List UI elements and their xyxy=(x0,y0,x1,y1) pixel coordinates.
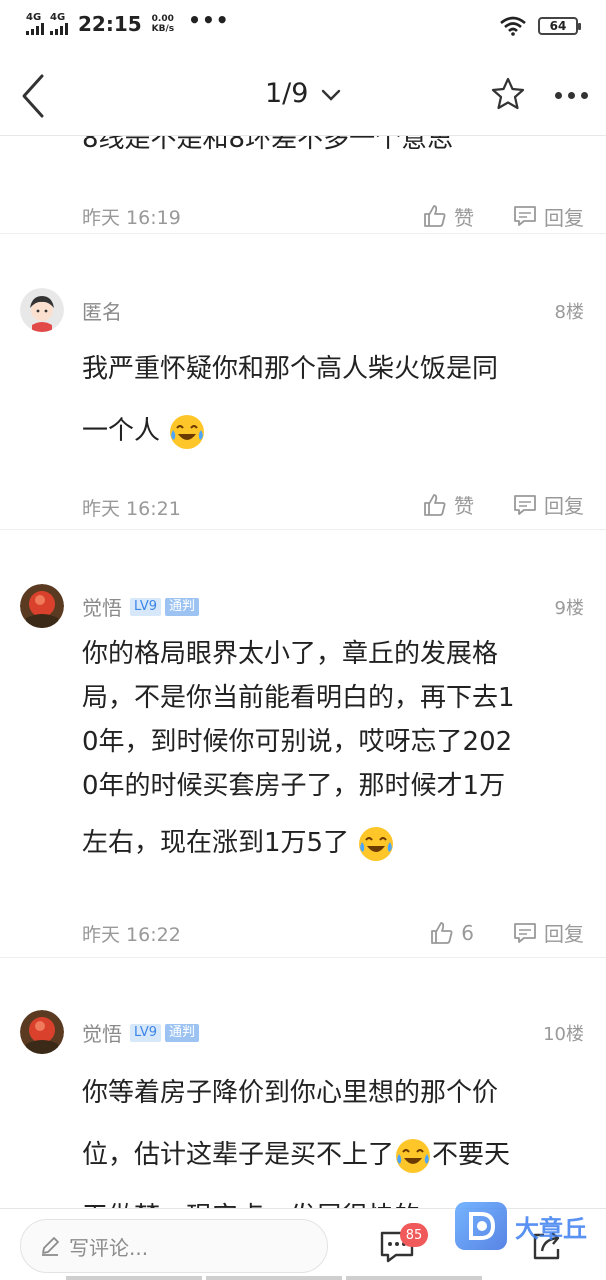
floor-number: 10楼 xyxy=(543,1024,584,1045)
chevron-down-icon xyxy=(321,89,341,101)
comment-text: 你等着房子降价到你心里想的那个价 位，估计这辈子是买不上了 不要天 天做梦，现实… xyxy=(82,1062,510,1208)
battery-icon: 64 xyxy=(538,17,581,35)
laugh-cry-emoji-icon xyxy=(170,414,205,449)
dot xyxy=(568,92,575,99)
thumbs-up-icon xyxy=(431,921,453,944)
speed-value: 0.00 xyxy=(151,14,174,24)
network-speed: 0.00 KB/s xyxy=(152,14,174,34)
floor-number: 9楼 xyxy=(554,598,584,619)
avatar[interactable] xyxy=(20,288,64,332)
comment-icon xyxy=(514,494,536,515)
comment-text-line: 0年，到时候你可别说，哎呀忘了202 xyxy=(82,727,513,757)
signal-1: 4G xyxy=(26,13,44,35)
dot xyxy=(555,92,562,99)
gesture-bar xyxy=(66,1276,482,1280)
status-bar: 4G 4G 22:15 0.00 KB/s ••• 64 xyxy=(0,0,606,56)
comment-text-line: 局，不是你当前能看明白的，再下去1 xyxy=(82,683,515,713)
comment-count-badge: 85 xyxy=(400,1223,428,1247)
comment-placeholder: 写评论... xyxy=(69,1235,149,1260)
comment-icon xyxy=(514,922,536,943)
notification-more: ••• xyxy=(188,8,230,32)
signal-2: 4G xyxy=(50,13,68,35)
comment-time: 昨天 16:21 xyxy=(82,498,181,520)
like-count: 6 xyxy=(461,920,474,945)
comment-input[interactable]: 写评论... xyxy=(20,1219,328,1273)
speed-unit: KB/s xyxy=(151,24,175,34)
comment-text-line: 左右，现在涨到1万5了 xyxy=(82,828,350,858)
comment-text-line: 你等着房子降价到你心里想的那个价 xyxy=(82,1078,499,1108)
comment-time: 昨天 16:22 xyxy=(82,924,181,946)
comment-text-line: 我严重怀疑你和那个高人柴火饭是同 xyxy=(82,354,499,384)
like-button[interactable]: 6 xyxy=(429,920,474,946)
level-badge: LV9 xyxy=(130,597,161,616)
reply-button[interactable]: 回复 xyxy=(512,918,584,947)
comment-text: 你的格局眼界太小了，章丘的发展格 局，不是你当前能看明白的，再下去1 0年，到时… xyxy=(82,632,515,874)
brand-logo-icon xyxy=(455,1202,507,1250)
comment-text-line: 一个人 xyxy=(82,416,161,446)
top-nav-bar: 1/9 xyxy=(0,56,606,136)
comment-text-line: 0年的时候买套房子了，那时候才1万 xyxy=(82,771,506,801)
pencil-icon xyxy=(42,1237,59,1256)
comment-content-layer: 匿名 8楼 我严重怀疑你和那个高人柴火饭是同 一个人 昨天 16:21 赞 回复 xyxy=(0,136,606,1208)
thumbs-up-icon xyxy=(424,493,446,516)
avatar[interactable] xyxy=(20,1010,64,1054)
star-icon xyxy=(491,77,525,110)
favorite-button[interactable] xyxy=(490,76,526,116)
network-type-label: 4G xyxy=(26,12,42,23)
comment-text-line: 你的格局眼界太小了，章丘的发展格 xyxy=(82,639,499,669)
level-badge: LV9 xyxy=(130,1023,161,1042)
author-name[interactable]: 觉悟 xyxy=(82,592,122,621)
role-badge: 通判 xyxy=(164,1023,199,1042)
more-options-button[interactable] xyxy=(555,92,588,99)
floor-number: 8楼 xyxy=(554,302,584,323)
author-name[interactable]: 觉悟 xyxy=(82,1018,122,1047)
reply-button[interactable]: 回复 xyxy=(512,490,584,519)
signal-bars-icon xyxy=(50,23,68,35)
laugh-cry-emoji-icon xyxy=(396,1138,431,1173)
avatar[interactable] xyxy=(20,584,64,628)
comment-text-line: 天做梦，现实点，发展很快的…… xyxy=(82,1186,510,1208)
dot xyxy=(581,92,588,99)
network-type-label: 4G xyxy=(50,12,66,23)
author-name[interactable]: 匿名 xyxy=(82,296,122,325)
laugh-cry-emoji-icon xyxy=(359,826,394,861)
battery-level: 64 xyxy=(549,19,567,33)
comment-text-line: 位，估计这辈子是买不上了 xyxy=(82,1140,395,1170)
signal-bars-icon xyxy=(26,23,44,35)
watermark-logo: 大章丘 xyxy=(455,1202,587,1250)
reply-label: 回复 xyxy=(544,494,584,518)
comment-text: 我严重怀疑你和那个高人柴火饭是同 一个人 xyxy=(82,338,498,462)
like-button[interactable]: 赞 xyxy=(422,490,474,519)
comment-text-line: 不要天 xyxy=(432,1140,511,1170)
like-label: 赞 xyxy=(454,494,474,518)
page-indicator: 1/9 xyxy=(264,78,309,109)
role-badge: 通判 xyxy=(164,597,199,616)
reply-label: 回复 xyxy=(544,922,584,946)
watermark-text: 大章丘 xyxy=(515,1214,587,1243)
wifi-icon xyxy=(500,16,526,36)
clock: 22:15 xyxy=(78,12,142,36)
